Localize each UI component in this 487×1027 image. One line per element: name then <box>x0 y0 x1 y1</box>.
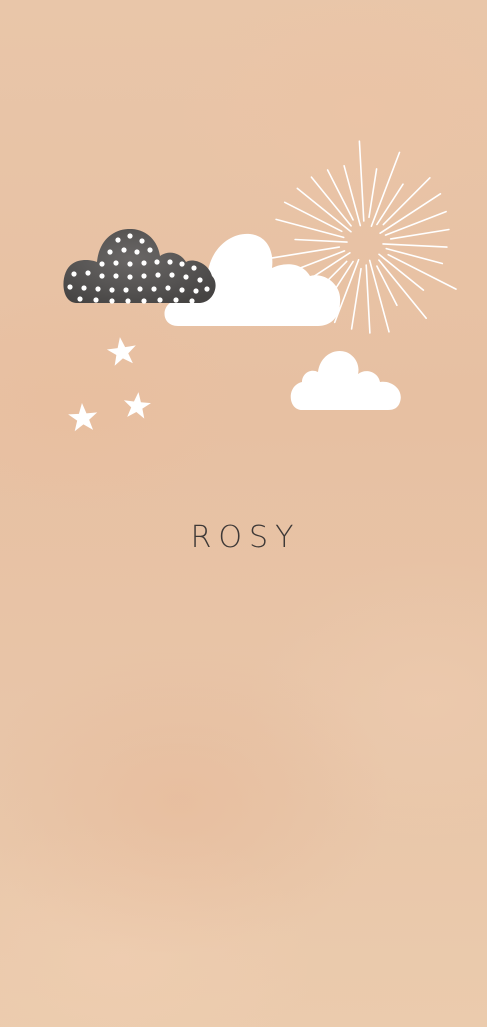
sun-ray <box>378 259 428 320</box>
cloud-dot <box>179 287 185 293</box>
sun-ray <box>389 228 450 240</box>
sun-ray <box>350 267 362 330</box>
cloud-dot <box>157 297 163 303</box>
cloud-dot <box>183 274 189 280</box>
cloud-dot <box>141 298 147 304</box>
cloud-dot <box>85 270 91 276</box>
cloud-dot <box>115 237 121 243</box>
cloud-dot <box>165 285 171 291</box>
sun-ray <box>382 177 431 226</box>
cloud-dot <box>99 261 105 267</box>
cloud-dot <box>151 286 157 292</box>
cloud-dot <box>107 249 113 255</box>
cloud-dot <box>179 261 185 267</box>
star-icon <box>106 337 136 366</box>
cloud-dot <box>189 298 195 304</box>
card-background: ROSY <box>0 0 487 1027</box>
cloud-dot <box>137 286 143 292</box>
cloud-dot <box>125 298 131 304</box>
cloud-dot <box>204 286 210 292</box>
cloud-dot <box>113 260 119 266</box>
cloud-dot <box>139 238 145 244</box>
cloud-dot <box>141 260 147 266</box>
cloud-dot <box>155 272 161 278</box>
card-name: ROSY <box>190 520 301 555</box>
sun-ray <box>296 187 352 233</box>
cloud-dot <box>147 247 153 253</box>
sun-ray <box>382 243 448 248</box>
sun-ray <box>275 218 345 239</box>
sun-ray <box>358 140 365 222</box>
cloud-dot <box>67 284 73 290</box>
small-cloud-icon <box>290 350 401 410</box>
sun-ray <box>385 247 444 265</box>
sun-ray <box>365 264 371 334</box>
cloud-dot <box>109 287 115 293</box>
cloud-dot <box>197 277 203 283</box>
cloud-dot <box>141 273 147 279</box>
cloud-dot <box>99 273 105 279</box>
sun-ray <box>368 168 378 219</box>
cloud-dot <box>95 286 101 292</box>
cloud-dot <box>191 265 197 271</box>
cloud-dot <box>93 297 99 303</box>
cloud-dot <box>113 273 119 279</box>
cloud-dot <box>77 296 83 302</box>
star-icon <box>68 403 98 432</box>
cloud-dot <box>109 298 115 304</box>
cloud-dot <box>134 249 140 255</box>
cloud-dot <box>173 297 179 303</box>
cloud-dot <box>127 274 133 280</box>
cloud-dot <box>127 261 133 267</box>
cloud-dot <box>121 247 127 253</box>
cloud-dot <box>167 259 173 265</box>
cloud-dot <box>81 285 87 291</box>
cloud-dot <box>127 233 133 239</box>
sun-ray <box>370 151 401 227</box>
illustration <box>63 140 457 432</box>
cloud-dot <box>71 271 77 277</box>
cloud-dot <box>169 272 175 278</box>
star-icon <box>123 392 151 419</box>
cloud-dot <box>154 259 160 265</box>
cloud-dot <box>193 288 199 294</box>
sun-ray <box>294 238 348 243</box>
cloud-dot <box>123 287 129 293</box>
sun-ray <box>379 193 442 234</box>
